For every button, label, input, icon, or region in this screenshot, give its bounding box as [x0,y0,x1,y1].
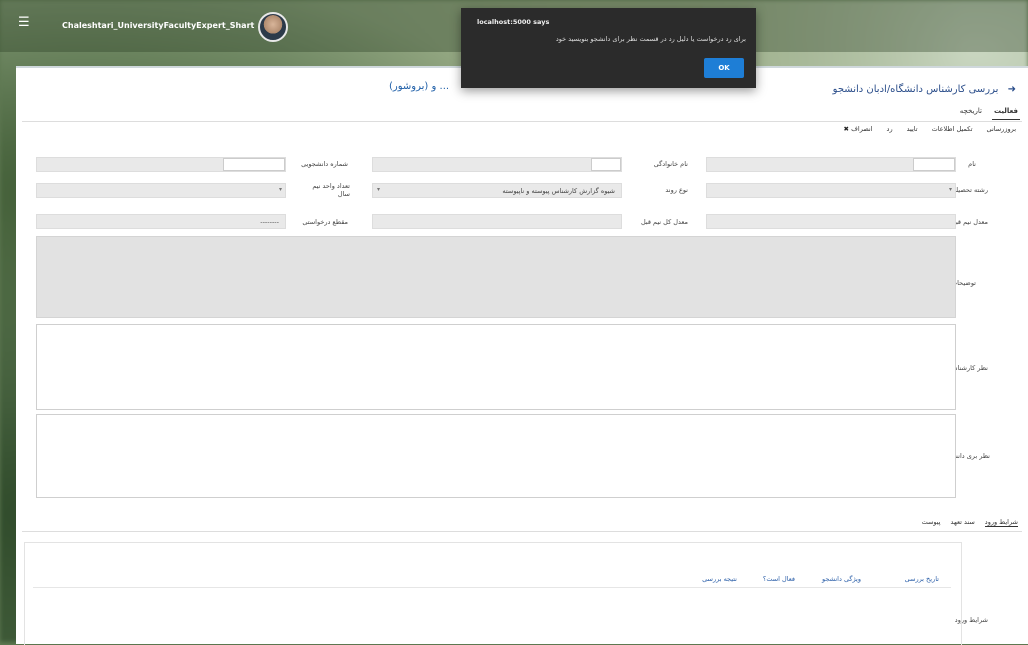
conditions-table: تاریخ بررسی ویژگی دانشجو فعال است؟ نتیجه… [24,542,962,645]
ok-button[interactable]: OK [704,58,744,78]
cancel-label: انصراف [851,125,873,133]
units-select[interactable]: ▾ [36,183,286,198]
level-field[interactable]: -------- [36,214,286,229]
process-select[interactable]: شیوه گزارش کارشناس پیوسته و ناپیوسته ▾ [372,183,622,198]
page-tabs: فعالیت تاریخچه [958,106,1020,120]
toolbar: بروزرسانی تکمیل اطلاعات تایید رد ✖ انصرا… [843,125,1016,133]
name-input[interactable] [913,158,955,171]
table-header: نتیجه بررسی [702,575,737,583]
expert-opinion-textarea[interactable] [36,324,956,410]
tab-entry-conditions[interactable]: شرایط ورود [984,518,1018,527]
prev-avg-field[interactable] [706,214,956,229]
family-field[interactable] [372,157,622,172]
page-subtitle: (بروشور) و ... [389,81,450,92]
student-no-input[interactable] [223,158,285,171]
family-label: نام خانوادگی [653,160,688,168]
user-name: Chaleshtari_UniversityFacultyExpert_Shar… [62,21,255,30]
description-area [36,236,956,318]
table-header: فعال است؟ [762,575,795,583]
tab-commitment[interactable]: سند تعهد [951,518,975,527]
student-no-label: شماره دانشجویی [301,160,348,168]
close-icon: ✖ [843,125,852,133]
total-avg-field[interactable] [372,214,622,229]
prev-avg-label: معدل نیم قبل [951,218,988,226]
dialog-message: برای رد درخواست یا دلیل رد در قسمت نظر ب… [555,35,746,43]
alert-dialog: localhost:5000 says برای رد درخواست یا د… [461,8,756,88]
divider [33,587,951,588]
page-title-text: بررسی کارشناس دانشگاه/ادبان دانشجو [832,84,999,95]
chevron-down-icon: ▾ [948,186,952,193]
approve-button[interactable]: تایید [907,125,918,133]
menu-icon[interactable]: ☰ [18,16,32,30]
units-label: تعداد واحد نیم سال [312,182,350,198]
tab-attachment[interactable]: پیوست [922,518,941,527]
level-label: مقطع درخواستی [302,218,348,226]
chevron-down-icon: ▾ [377,186,381,193]
total-avg-label: معدل کل نیم قبل [640,218,688,226]
refresh-button[interactable]: بروزرسانی [987,125,1016,133]
main-panel: بررسی کارشناس دانشگاه/ادبان دانشجو ➜ (بر… [16,66,1028,645]
level-value: -------- [260,218,279,226]
table-header: ویژگی دانشجو [822,575,861,583]
dialog-title: localhost:5000 says [477,18,550,26]
tab-activity[interactable]: فعالیت [991,106,1020,120]
section-tabs: شرایط ورود سند تعهد پیوست [922,518,1018,527]
student-opinion-textarea[interactable] [36,414,956,498]
student-no-field[interactable] [36,157,286,172]
field-select[interactable]: ▾ [706,183,956,198]
divider [22,121,1022,122]
process-label: نوع روند [665,186,688,194]
table-header: تاریخ بررسی [904,575,939,583]
chevron-down-icon: ▾ [278,186,282,193]
complete-info-button[interactable]: تکمیل اطلاعات [932,125,973,133]
arrow-right-icon[interactable]: ➜ [1008,84,1016,95]
reject-button[interactable]: رد [887,125,893,133]
divider [22,531,1022,532]
cancel-button[interactable]: ✖ انصراف [843,125,872,133]
field-label: رشته تحصیلی [950,186,988,194]
tab-history[interactable]: تاریخچه [958,106,984,120]
name-field[interactable] [706,157,956,172]
process-value: شیوه گزارش کارشناس پیوسته و ناپیوسته [502,187,615,195]
name-label: نام [968,160,976,168]
family-input[interactable] [591,158,621,171]
avatar[interactable] [258,12,288,42]
page-title: بررسی کارشناس دانشگاه/ادبان دانشجو ➜ [833,84,1016,95]
